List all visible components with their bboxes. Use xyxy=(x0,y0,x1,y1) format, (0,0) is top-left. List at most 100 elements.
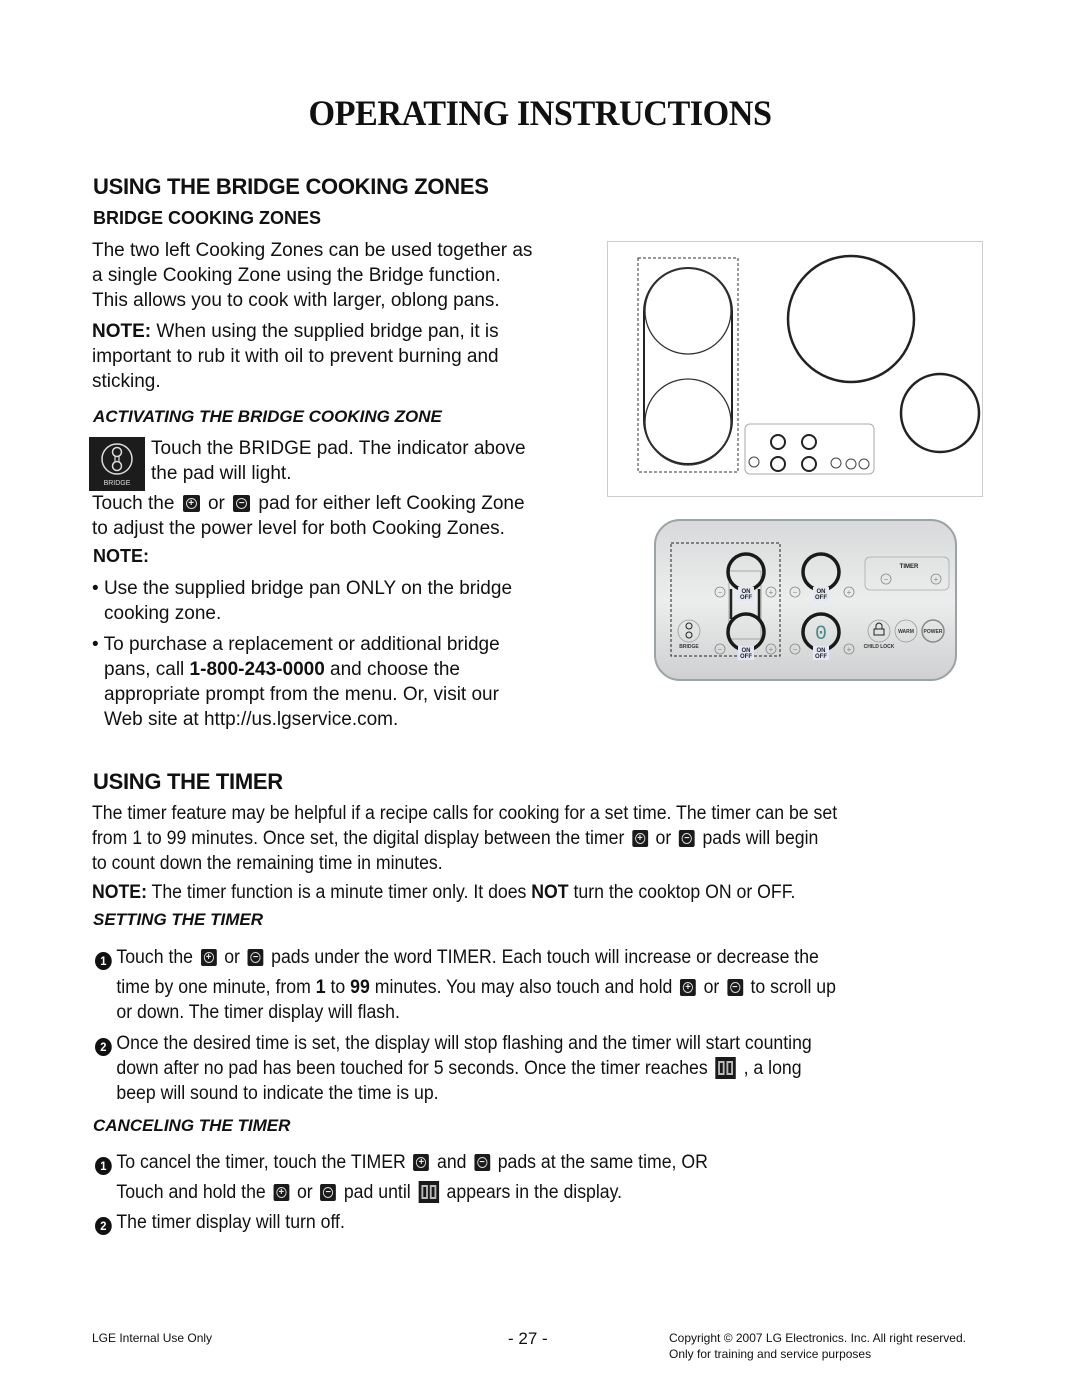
plus-pad-icon: + xyxy=(200,949,217,966)
off-label: OFF xyxy=(740,654,752,660)
text: and choose the xyxy=(324,659,460,680)
step-number-icon: 2 xyxy=(95,1038,112,1056)
bridge-subheading: BRIDGE COOKING ZONES xyxy=(93,208,322,228)
text: to xyxy=(325,977,351,998)
zone-left-front xyxy=(726,612,766,652)
adjust-line: to adjust the power level for both Cooki… xyxy=(92,518,505,539)
minus-pad-icon: − xyxy=(678,830,695,847)
text: appears in the display. xyxy=(441,1182,623,1203)
text: appropriate prompt from the menu. Or, vi… xyxy=(104,684,499,705)
step-number-icon: 1 xyxy=(95,952,112,970)
text: pads will begin xyxy=(697,828,819,849)
bridge-icon-label: BRIDGE xyxy=(104,480,131,487)
minus-pad-icon: − xyxy=(233,495,251,512)
bridge-pad-label: BRIDGE xyxy=(679,644,699,650)
canceling-timer-heading: CANCELING THE TIMER xyxy=(93,1116,291,1135)
cooktop-diagram xyxy=(607,241,983,497)
note-text: When using the supplied bridge pan, it i… xyxy=(151,321,499,342)
text: To cancel the timer, touch the TIMER xyxy=(116,1152,411,1173)
svg-text:−: − xyxy=(884,575,889,584)
timer-label: TIMER xyxy=(900,564,919,570)
left-front-burner xyxy=(644,378,732,466)
activating-heading: ACTIVATING THE BRIDGE COOKING ZONE xyxy=(93,407,442,426)
timer-section-heading: USING THE TIMER xyxy=(93,769,283,794)
text: time by one minute, from xyxy=(116,977,316,998)
zone-display: 0 xyxy=(815,623,827,646)
footer-internal-use: LGE Internal Use Only xyxy=(92,1331,213,1345)
text: The timer function is a minute timer onl… xyxy=(146,882,532,903)
text: from 1 to 99 minutes. Once set, the digi… xyxy=(92,828,630,849)
step-number-icon: 2 xyxy=(95,1217,112,1235)
control-panel-closeup: 0 ON OFF ON OFF ON OFF ON OFF − + − + − + − + − +… xyxy=(654,519,957,681)
text: pad for either left Cooking Zone xyxy=(253,493,525,514)
adjust-text: Touch the + or − pad for either left Coo… xyxy=(92,491,592,541)
footer-purpose: Only for training and service purposes xyxy=(669,1347,872,1361)
svg-text:+: + xyxy=(847,588,852,597)
timer-intro: The timer feature may be helpful if a re… xyxy=(92,801,837,876)
note-label: NOTE: xyxy=(92,321,152,342)
zero-display-icon xyxy=(418,1181,439,1203)
off-label: OFF xyxy=(815,595,827,601)
footer-copyright: Copyright © 2007 LG Electronics. Inc. Al… xyxy=(669,1331,966,1345)
note-label: NOTE: xyxy=(92,882,147,903)
text: pads at the same time, OR xyxy=(492,1152,708,1173)
zone-right-rear xyxy=(801,552,841,592)
text: down after no pad has been touched for 5… xyxy=(116,1058,713,1079)
text: pads under the word TIMER. Each touch wi… xyxy=(266,947,819,968)
activating-line: Touch the BRIDGE pad. The indicator abov… xyxy=(151,438,526,459)
text: or xyxy=(202,493,231,514)
text: Touch the xyxy=(116,947,198,968)
intro-line: The two left Cooking Zones can be used t… xyxy=(92,240,533,261)
timer-box xyxy=(864,556,950,591)
bridge-note: NOTE: When using the supplied bridge pan… xyxy=(92,319,592,394)
text: pans, call xyxy=(104,659,190,680)
timer-note: NOTE: The timer function is a minute tim… xyxy=(92,880,795,905)
step-number-icon: 1 xyxy=(95,1157,112,1175)
svg-text:+: + xyxy=(769,645,774,654)
text: The timer display will turn off. xyxy=(116,1212,345,1233)
intro-line: The timer feature may be helpful if a re… xyxy=(92,803,838,824)
page-number: - 27 - xyxy=(508,1329,548,1348)
note-bullets: • Use the supplied bridge pan ONLY on th… xyxy=(92,576,592,732)
right-front-burner xyxy=(899,372,981,454)
text: Touch the xyxy=(92,493,180,514)
plus-pad-icon: + xyxy=(680,979,696,996)
intro-line: This allows you to cook with larger, obl… xyxy=(92,290,500,311)
svg-text:−: − xyxy=(718,588,723,597)
bridge-oblong xyxy=(643,267,733,465)
intro-line: a single Cooking Zone using the Bridge f… xyxy=(92,265,501,286)
text: or xyxy=(698,977,725,998)
activating-text: Touch the BRIDGE pad. The indicator abov… xyxy=(151,436,591,486)
plus-pad-icon: + xyxy=(273,1184,290,1201)
page-title: OPERATING INSTRUCTIONS xyxy=(308,93,772,133)
phone-number: 1-800-243-0000 xyxy=(189,659,325,680)
text: to scroll up xyxy=(745,977,836,998)
text: turn the cooktop ON or OFF. xyxy=(568,882,796,903)
minus-pad-icon: − xyxy=(726,979,743,996)
text: To purchase a replacement or additional … xyxy=(103,634,500,655)
svg-text:+: + xyxy=(934,575,939,584)
web-address: Web site at http://us.lgservice.com. xyxy=(104,709,399,730)
svg-text:+: + xyxy=(847,645,852,654)
off-label: OFF xyxy=(740,595,752,601)
note-heading: NOTE: xyxy=(93,546,149,566)
bullet-item: • Use the supplied bridge pan ONLY on th… xyxy=(92,578,513,624)
left-rear-burner xyxy=(644,267,732,355)
text: beep will sound to indicate the time is … xyxy=(116,1083,439,1104)
note-text: important to rub it with oil to prevent … xyxy=(92,346,499,367)
minus-pad-icon: − xyxy=(474,1154,491,1171)
right-rear-burner xyxy=(786,254,916,384)
off-label: OFF xyxy=(815,654,827,660)
text: pad until xyxy=(338,1182,416,1203)
cooktop-svg xyxy=(637,254,981,475)
text: or xyxy=(650,828,677,849)
text: or down. The timer display will flash. xyxy=(116,1002,400,1023)
activating-line: the pad will light. xyxy=(151,463,292,484)
text: and xyxy=(432,1152,472,1173)
setting-step-1: 1 Touch the + or − pads under the word TI… xyxy=(95,945,836,1025)
warm-label: WARM xyxy=(898,629,914,635)
text: cooking zone. xyxy=(104,603,222,624)
bullet-item: • To purchase a replacement or additiona… xyxy=(92,634,500,730)
minus-pad-icon: − xyxy=(320,1184,337,1201)
plus-pad-icon: + xyxy=(413,1154,430,1171)
